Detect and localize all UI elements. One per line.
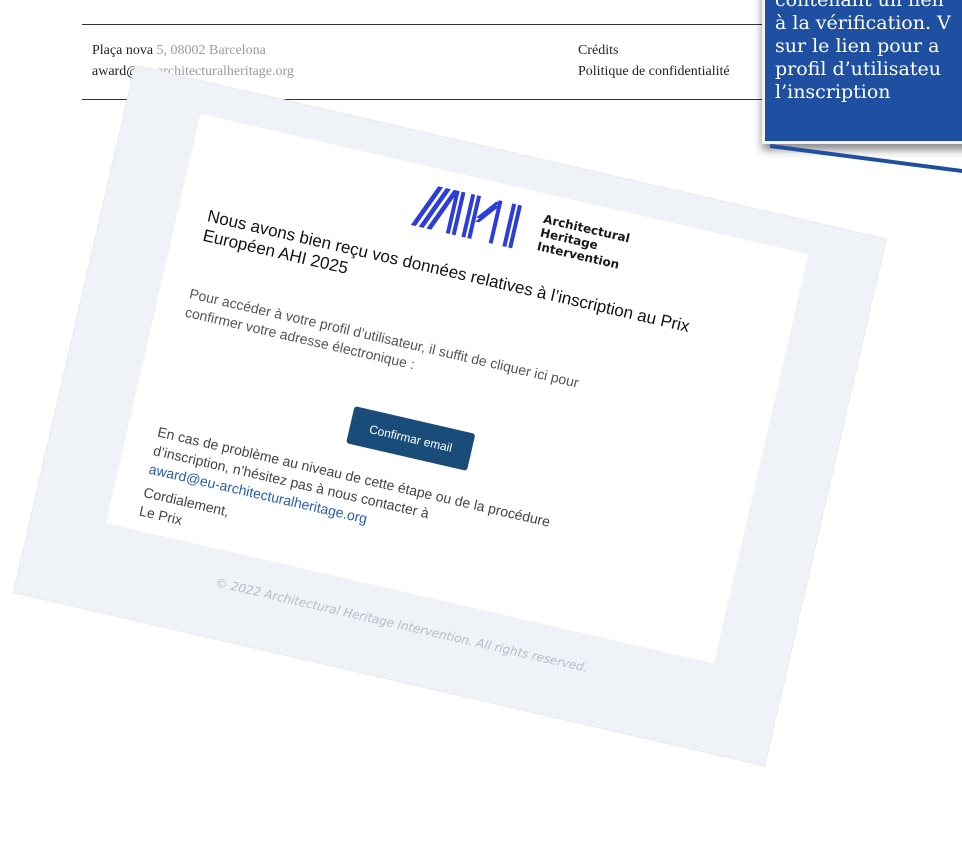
ahi-logo-mark-icon <box>410 186 522 249</box>
footer-links: Crédits Politique de confidentialité <box>578 40 730 82</box>
callout-box: contenant un lien à la vérification. V s… <box>762 0 962 144</box>
footer-privacy-link[interactable]: Politique de confidentialité <box>578 61 730 82</box>
footer-address: Plaça nova 5, 08002 Barcelona <box>92 43 266 58</box>
screenshot-stage: Plaça nova 5, 08002 Barcelona award@eu-a… <box>0 0 962 848</box>
logo-wordmark: Architectural Heritage Intervention <box>535 211 632 272</box>
email-screenshot: Architectural Heritage Intervention Nous… <box>14 66 886 766</box>
confirm-email-button[interactable]: Confirmar email <box>346 406 476 471</box>
footer-credits-link[interactable]: Crédits <box>578 40 730 61</box>
callout-underline <box>770 144 962 178</box>
callout-swoosh-icon <box>770 144 962 173</box>
footer-contact: Plaça nova 5, 08002 Barcelona award@eu-a… <box>92 40 294 82</box>
